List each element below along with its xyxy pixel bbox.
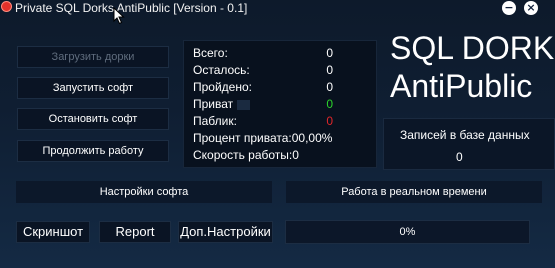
records-panel: Записей в базе данных 0 <box>383 118 555 170</box>
public-label: Паблик: <box>193 114 237 128</box>
stop-button[interactable]: Остановить софт <box>17 108 169 130</box>
public-value: 0 <box>326 114 333 128</box>
stats-panel: Всего: 0 Осталось: 0 Пройдено: 0 Приват … <box>183 40 377 168</box>
close-icon[interactable]: × <box>524 1 538 15</box>
start-button[interactable]: Запустить софт <box>17 77 169 99</box>
total-value: 0 <box>326 46 333 60</box>
minimize-icon[interactable]: − <box>502 1 516 15</box>
brand-title-line1: SQL DORKS <box>390 30 555 66</box>
remaining-label: Осталось: <box>193 63 250 77</box>
realtime-section-header: Работа в реальном времени <box>286 181 542 203</box>
records-label: Записей в базе данных <box>400 128 530 142</box>
report-button[interactable]: Report <box>99 221 171 243</box>
progress-bar: 0% <box>285 220 530 244</box>
screenshot-button[interactable]: Скриншот <box>16 221 90 243</box>
passed-value: 0 <box>326 80 333 94</box>
passed-label: Пройдено: <box>193 80 252 94</box>
records-value: 0 <box>456 150 463 164</box>
extra-settings-button[interactable]: Доп.Настройки <box>178 221 273 243</box>
brand-title-line2: AntiPublic <box>390 68 533 104</box>
window-title: Private SQL Dorks AntiPublic [Version - … <box>15 1 248 15</box>
speed-text: Скорость работы:0 <box>193 148 299 162</box>
private-indicator <box>237 100 250 110</box>
remaining-value: 0 <box>326 63 333 77</box>
progress-text: 0% <box>399 226 416 238</box>
settings-section-header: Настройки софта <box>16 181 272 203</box>
load-dorks-button[interactable]: Загрузить дорки <box>17 46 169 68</box>
cursor-icon <box>113 7 125 25</box>
title-bar: Private SQL Dorks AntiPublic [Version - … <box>0 0 555 18</box>
total-label: Всего: <box>193 46 228 60</box>
continue-button[interactable]: Продолжить работу <box>17 140 169 162</box>
private-value: 0 <box>326 97 333 111</box>
private-percent-text: Процент привата:00,00% <box>193 131 333 145</box>
private-label: Приват <box>193 97 234 111</box>
app-icon <box>1 1 12 12</box>
